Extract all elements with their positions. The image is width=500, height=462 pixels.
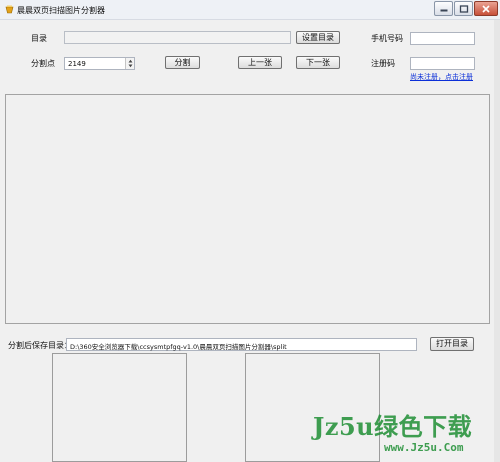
register-link[interactable]: 尚未注册，点击注册 xyxy=(410,72,473,82)
split-point-label: 分割点 xyxy=(31,59,55,68)
app-icon xyxy=(5,5,14,14)
set-directory-button[interactable]: 设置目录 xyxy=(296,31,340,44)
next-button[interactable]: 下一张 xyxy=(296,56,340,69)
image-preview-panel xyxy=(5,94,490,324)
maximize-icon xyxy=(459,4,468,13)
split-point-stepper[interactable]: 2149 xyxy=(64,57,135,70)
save-dir-label: 分割后保存目录： xyxy=(8,341,72,350)
window-border xyxy=(494,20,500,462)
split-button[interactable]: 分割 xyxy=(165,56,200,69)
title-bar: 晨晨双页扫描图片分割器 xyxy=(0,0,500,20)
directory-label: 目录 xyxy=(31,34,47,43)
caret-down-icon xyxy=(128,64,133,68)
reg-code-label: 注册码 xyxy=(371,59,395,68)
watermark-url: www.Jz5u.Com xyxy=(384,441,464,454)
phone-label: 手机号码 xyxy=(371,34,403,43)
prev-button[interactable]: 上一张 xyxy=(238,56,282,69)
save-dir-field[interactable]: D:\360安全浏览器下载\ccsysmtpfgq-v1.0\晨晨双页扫描图片分… xyxy=(66,338,417,351)
open-directory-button[interactable]: 打开目录 xyxy=(430,337,474,351)
minimize-button[interactable] xyxy=(434,1,453,16)
directory-field[interactable] xyxy=(64,31,291,44)
maximize-button[interactable] xyxy=(454,1,473,16)
left-page-preview xyxy=(52,353,187,462)
window-title: 晨晨双页扫描图片分割器 xyxy=(17,6,105,15)
spin-down-button[interactable] xyxy=(125,63,134,69)
minimize-icon xyxy=(440,9,447,11)
watermark-logo: Jz5u绿色下载 xyxy=(313,412,473,441)
close-button[interactable] xyxy=(474,1,498,16)
close-icon xyxy=(482,4,490,13)
reg-code-field[interactable] xyxy=(410,57,475,70)
phone-field[interactable] xyxy=(410,32,475,45)
